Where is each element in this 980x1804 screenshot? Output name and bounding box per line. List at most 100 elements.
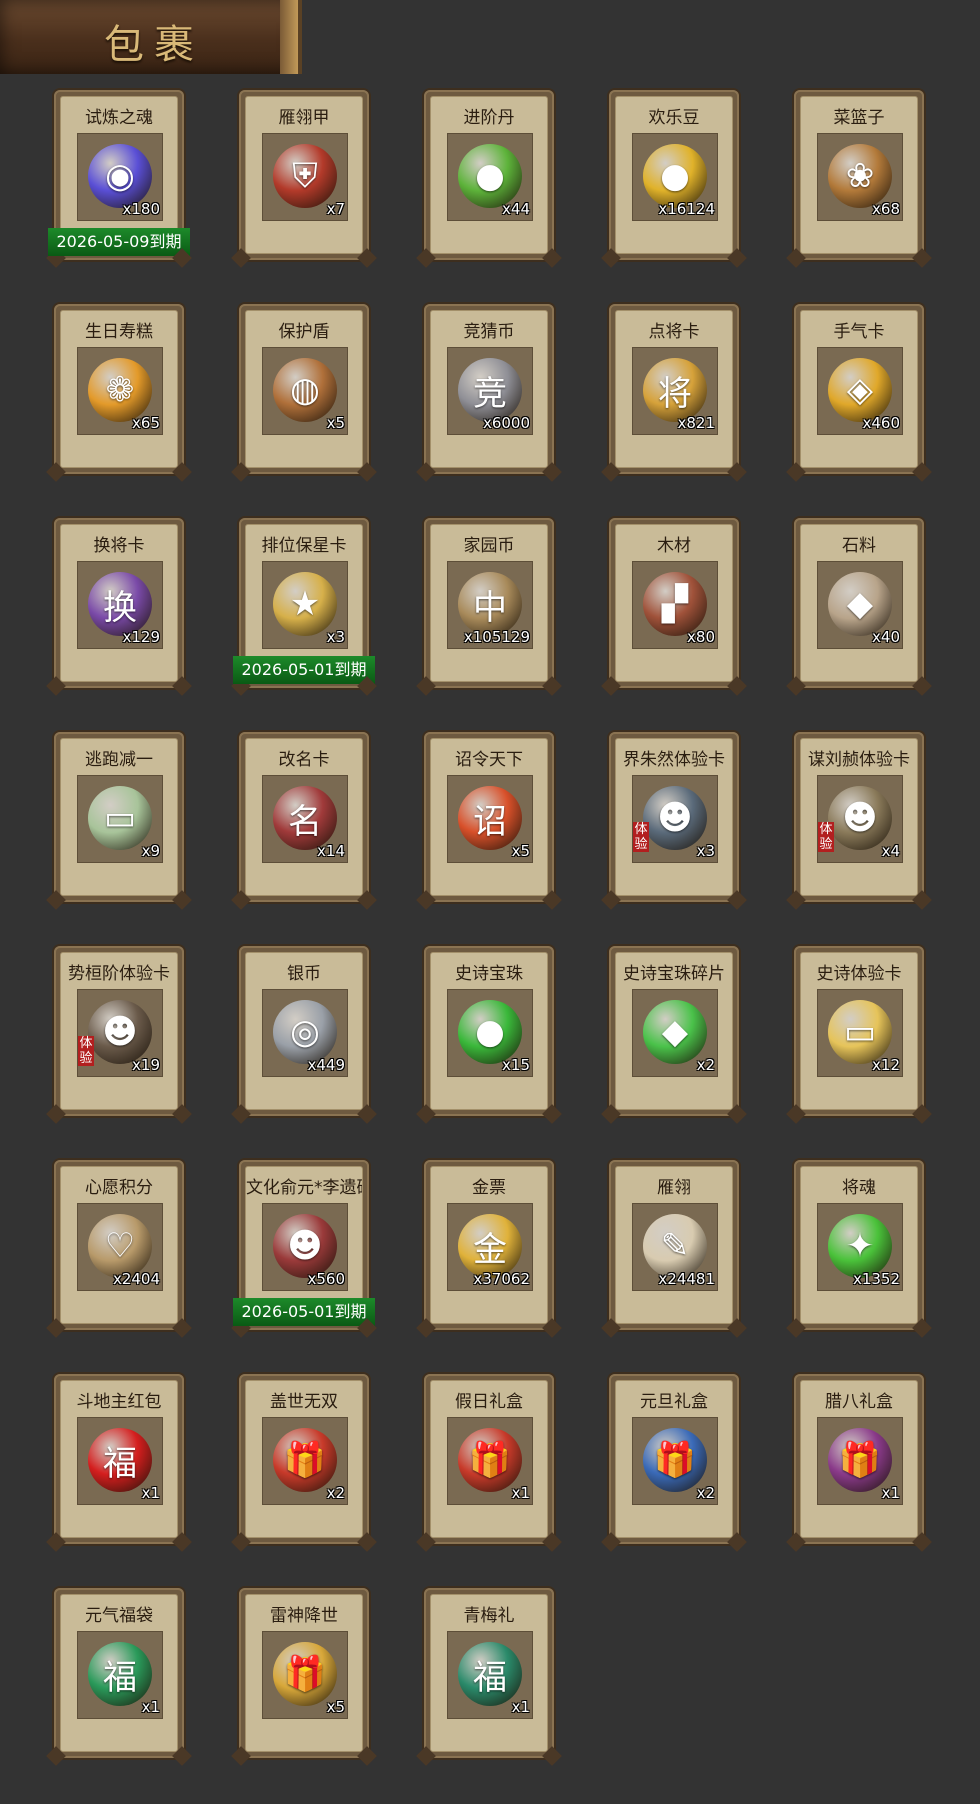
general-portrait-icon: ☻ — [828, 786, 892, 850]
item-icon-frame: ◉ x180 — [77, 133, 163, 221]
inventory-item-card[interactable]: 界朱然体验卡 ☻ 体验 x3 — [609, 732, 739, 902]
item-icon-frame: 福 x1 — [77, 1631, 163, 1719]
item-name: 斗地主红包 — [76, 1392, 162, 1412]
birthday-cake-icon: ❁ — [88, 358, 152, 422]
item-count: x40 — [872, 628, 900, 646]
item-count: x12 — [872, 1056, 900, 1074]
inventory-item-card[interactable]: 菜篮子 ❀ x68 — [794, 90, 924, 260]
item-icon-frame: ☻ 体验 x3 — [632, 775, 718, 863]
item-card-inner: 谋刘赪体验卡 ☻ 体验 x4 — [800, 738, 918, 896]
item-name: 雷神降世 — [270, 1606, 338, 1626]
item-count: x68 — [872, 200, 900, 218]
inventory-item-card[interactable]: 谋刘赪体验卡 ☻ 体验 x4 — [794, 732, 924, 902]
inventory-item-card[interactable]: 欢乐豆 ● x16124 — [609, 90, 739, 260]
green-lucky-bag-icon: 福 — [88, 1642, 152, 1706]
gift-box-red-icon: 🎁 — [458, 1428, 522, 1492]
inventory-item-card[interactable]: 竞猜币竞 x6000 — [424, 304, 554, 474]
item-card-inner: 史诗宝珠碎片 ◆ x2 — [615, 952, 733, 1110]
trial-tag: 体验 — [78, 1036, 94, 1066]
decree-scroll-icon: 诏 — [458, 786, 522, 850]
inventory-item-card[interactable]: 生日寿糕 ❁ x65 — [54, 304, 184, 474]
item-count: x14 — [317, 842, 345, 860]
silver-coins-icon: ◎ — [273, 1000, 337, 1064]
inventory-item-card[interactable]: 进阶丹 ● x44 — [424, 90, 554, 260]
item-icon-frame: 竞 x6000 — [447, 347, 533, 435]
trial-tag: 体验 — [633, 822, 649, 852]
inventory-item-card[interactable]: 诏令天下诏 x5 — [424, 732, 554, 902]
inventory-item-card[interactable]: 木材 ▞ x80 — [609, 518, 739, 688]
inventory-item-card[interactable]: 青梅礼福 x1 — [424, 1588, 554, 1758]
item-icon-frame: ◎ x449 — [262, 989, 348, 1077]
item-count: x16124 — [658, 200, 715, 218]
item-count: x7 — [326, 200, 345, 218]
inventory-item-card[interactable]: 雁翎 ✎ x24481 — [609, 1160, 739, 1330]
inventory-item-card[interactable]: 史诗体验卡 ▭ x12 — [794, 946, 924, 1116]
inventory-item-card[interactable]: 逃跑减一 ▭ x9 — [54, 732, 184, 902]
item-count: x180 — [122, 200, 160, 218]
inventory-item-card[interactable]: 将魂 ✦ x1352 — [794, 1160, 924, 1330]
inventory-item-card[interactable]: 假日礼盒 🎁 x1 — [424, 1374, 554, 1544]
item-card-inner: 菜篮子 ❀ x68 — [800, 96, 918, 254]
inventory-item-card[interactable]: 保护盾 ◍ x5 — [239, 304, 369, 474]
inventory-item-card[interactable]: 点将卡将 x821 — [609, 304, 739, 474]
item-icon-frame: 金 x37062 — [447, 1203, 533, 1291]
item-icon-frame: 🎁 x1 — [817, 1417, 903, 1505]
epic-green-orb-icon: ● — [458, 1000, 522, 1064]
inventory-item-card[interactable]: 史诗宝珠 ● x15 — [424, 946, 554, 1116]
item-icon-frame: ▭ x12 — [817, 989, 903, 1077]
inventory-item-card[interactable]: 家园币中 x105129 — [424, 518, 554, 688]
inventory-item-card[interactable]: 势桓阶体验卡 ☻ 体验 x19 — [54, 946, 184, 1116]
item-card-inner: 斗地主红包福 x1 — [60, 1380, 178, 1538]
item-name: 盖世无双 — [270, 1392, 338, 1412]
inventory-item-card[interactable]: 史诗宝珠碎片 ◆ x2 — [609, 946, 739, 1116]
item-card-inner: 石料 ◆ x40 — [800, 524, 918, 682]
armor-icon: ⛨ — [273, 144, 337, 208]
item-icon-frame: ● x16124 — [632, 133, 718, 221]
inventory-item-card[interactable]: 斗地主红包福 x1 — [54, 1374, 184, 1544]
item-name: 史诗宝珠碎片 — [623, 964, 725, 984]
item-card-inner: 界朱然体验卡 ☻ 体验 x3 — [615, 738, 733, 896]
inventory-item-card[interactable]: 改名卡名 x14 — [239, 732, 369, 902]
item-name: 雁翎 — [657, 1178, 691, 1198]
inventory-item-card[interactable]: 金票金 x37062 — [424, 1160, 554, 1330]
page-title: 包裹 — [104, 22, 204, 68]
item-name: 界朱然体验卡 — [623, 750, 725, 770]
item-card-inner: 木材 ▞ x80 — [615, 524, 733, 682]
item-icon-frame: ☻ 体验 x4 — [817, 775, 903, 863]
item-card-inner: 生日寿糕 ❁ x65 — [60, 310, 178, 468]
inventory-item-card[interactable]: 银币 ◎ x449 — [239, 946, 369, 1116]
stone-icon: ◆ — [828, 572, 892, 636]
inventory-item-card[interactable]: 腊八礼盒 🎁 x1 — [794, 1374, 924, 1544]
inventory-item-card[interactable]: 换将卡换 x129 — [54, 518, 184, 688]
inventory-item-card[interactable]: 石料 ◆ x40 — [794, 518, 924, 688]
item-card-inner: 盖世无双 🎁 x2 — [245, 1380, 363, 1538]
item-icon-frame: ▭ x9 — [77, 775, 163, 863]
item-count: x15 — [502, 1056, 530, 1074]
inventory-item-card[interactable]: 元旦礼盒 🎁 x2 — [609, 1374, 739, 1544]
item-icon-frame: 福 x1 — [77, 1417, 163, 1505]
item-count: x129 — [122, 628, 160, 646]
item-name: 欢乐豆 — [648, 108, 700, 128]
inventory-item-card[interactable]: 试炼之魂 ◉ x180 2026-05-09到期 — [48, 90, 190, 260]
gold-beans-icon: ● — [643, 144, 707, 208]
inventory-item-card[interactable]: 盖世无双 🎁 x2 — [239, 1374, 369, 1544]
item-name: 改名卡 — [278, 750, 330, 770]
inventory-item-card[interactable]: 雁翎甲 ⛨ x7 — [239, 90, 369, 260]
inventory-item-card[interactable]: 文化俞元*李遗碎片 ☻x560 2026-05-01到期 — [233, 1160, 375, 1330]
inventory-item-card[interactable]: 元气福袋福 x1 — [54, 1588, 184, 1758]
item-count: x3 — [326, 628, 345, 646]
item-count: x1352 — [852, 1270, 900, 1288]
item-icon-frame: 🎁 x5 — [262, 1631, 348, 1719]
item-name: 元气福袋 — [85, 1606, 153, 1626]
item-icon-frame: 中 x105129 — [447, 561, 533, 649]
item-name: 腊八礼盒 — [825, 1392, 893, 1412]
inventory-item-card[interactable]: 心愿积分 ♡ x2404 — [54, 1160, 184, 1330]
item-count: x821 — [677, 414, 715, 432]
inventory-item-card[interactable]: 雷神降世 🎁 x5 — [239, 1588, 369, 1758]
inventory-item-card[interactable]: 手气卡 ◈ x460 — [794, 304, 924, 474]
heart-coin-icon: ♡ — [88, 1214, 152, 1278]
rank-star-card-icon: ★ — [273, 572, 337, 636]
item-card-inner: 史诗宝珠 ● x15 — [430, 952, 548, 1110]
green-lucky-bag-icon: 福 — [458, 1642, 522, 1706]
inventory-item-card[interactable]: 排位保星卡 ★ x3 2026-05-01到期 — [233, 518, 375, 688]
